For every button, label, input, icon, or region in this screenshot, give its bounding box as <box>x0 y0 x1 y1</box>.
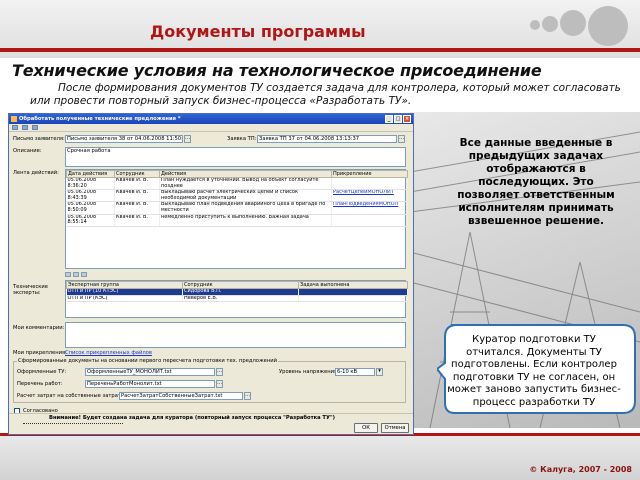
experts-toolbar <box>65 272 87 279</box>
letter-select-button[interactable]: … <box>184 135 191 143</box>
ok-button[interactable]: ОК <box>354 423 378 433</box>
minimize-icon[interactable]: _ <box>385 115 393 123</box>
request-label: Заявка ТП: <box>227 136 257 142</box>
costs-label: Расчет затрат на собственные затраты: <box>17 393 127 399</box>
attachments-label: Мои прикрепления: <box>13 350 67 356</box>
window-toolbar <box>9 124 413 132</box>
comments-field[interactable] <box>65 322 406 348</box>
callout-text: Куратор подготовки ТУ отчитался. Докумен… <box>447 334 621 408</box>
cell-action: Выкладываю расчет электрических цепей и … <box>159 189 332 203</box>
col-header-group[interactable]: Экспертная группа <box>66 281 183 289</box>
request-field[interactable]: Заявка ТП 37 от 04.06.2008 13:13:37 <box>257 135 397 143</box>
col-header-attachment[interactable]: Прикрепление <box>331 170 408 178</box>
documents-group-title: Сформированные документы на основании пе… <box>17 358 278 364</box>
table-row[interactable]: 05.06.2008 8:50:09 Квачев И. В. Выкладыв… <box>66 201 408 215</box>
attachments-link[interactable]: Список прикрепленных файлов <box>65 350 152 356</box>
tu-label: Оформленные ТУ: <box>17 369 67 375</box>
table-row[interactable]: 05.06.2008 8:36:20 Квачев И. В. План нуж… <box>66 177 408 191</box>
cell-date: 05.06.2008 8:36:20 <box>66 177 115 191</box>
delete-icon[interactable] <box>81 272 87 277</box>
cell-action: План нуждается в уточнении. Вывод на объ… <box>159 177 332 191</box>
info-text: Все данные введенные в предыдущих задача… <box>457 137 615 227</box>
print-icon[interactable] <box>22 125 28 130</box>
cell-date: 05.06.2008 8:43:39 <box>66 189 115 203</box>
cell-employee: Квачев И. В. <box>114 201 160 215</box>
cell-attachment <box>331 214 408 227</box>
cell-group: ОТП и ПР (КЭС) <box>66 295 183 303</box>
comments-label: Мои комментарии: <box>13 325 65 331</box>
window-app-icon <box>11 116 17 122</box>
cell-attachment <box>331 177 408 191</box>
works-label: Перечень работ: <box>17 381 63 387</box>
cell-date: 05.06.2008 8:55:14 <box>66 214 115 227</box>
description-label: Описание: <box>13 148 42 154</box>
add-icon[interactable] <box>65 272 71 277</box>
help-icon[interactable] <box>32 125 38 130</box>
cell-employee: Сидорова В.П. <box>182 288 299 296</box>
experts-label: Технические эксперты: <box>13 284 48 296</box>
copyright-text: © Калуга, 2007 - 2008 <box>529 465 632 474</box>
tu-field[interactable]: ОформленныеТУ_МОНОЛИТ.txt <box>85 368 215 376</box>
status-bar: Внимание! Будет создана задача для курат… <box>9 413 413 422</box>
tu-select-button[interactable]: … <box>216 368 223 376</box>
description-field[interactable]: Срочная работа <box>65 147 406 167</box>
cancel-button[interactable]: Отмена <box>381 423 409 433</box>
request-select-button[interactable]: … <box>398 135 405 143</box>
costs-select-button[interactable]: … <box>244 392 251 400</box>
cell-employee: Квачев И. В. <box>114 189 160 203</box>
save-icon[interactable] <box>12 125 18 130</box>
costs-field[interactable]: РасчетЗатратСобственныеЗатрат.txt <box>119 392 243 400</box>
cell-group: ОТП и ПР (10 КТЭС) <box>66 288 183 296</box>
window-titlebar[interactable]: Обработать полученные технические предло… <box>9 114 413 124</box>
cell-date: 05.06.2008 8:50:09 <box>66 201 115 215</box>
col-header-action[interactable]: Действия <box>159 170 332 178</box>
letter-label: Письмо заявителя: <box>13 136 65 142</box>
maximize-icon[interactable]: □ <box>394 115 402 123</box>
cell-employee: Квачев И. В. <box>114 214 160 227</box>
table-row[interactable]: ОТП и ПР (10 КТЭС) Сидорова В.П. <box>66 288 408 296</box>
works-select-button[interactable]: … <box>216 380 223 388</box>
cell-employee: Квачев И. В. <box>114 177 160 191</box>
page-title: Документы программы <box>150 22 366 41</box>
attachment-link[interactable]: ПланПодведенияМОНОЛ <box>331 201 408 215</box>
close-icon[interactable]: × <box>403 115 411 123</box>
cell-employee: Неверов Е.В. <box>182 295 299 303</box>
intro-text: После формирования документов ТУ создает… <box>30 82 621 107</box>
task-window: Обработать полученные технические предло… <box>8 113 414 435</box>
attachment-link[interactable]: РасчетЦепейМОНОЛИТ <box>331 189 408 203</box>
col-header-date[interactable]: Дата действия <box>66 170 115 178</box>
works-field[interactable]: ПереченьРаботМонолит.txt <box>85 380 215 388</box>
voltage-dropdown[interactable]: ▾ <box>376 368 383 376</box>
edit-icon[interactable] <box>73 272 79 277</box>
voltage-label: Уровень напряжения: <box>279 369 339 375</box>
col-header-employee[interactable]: Сотрудник <box>182 281 299 289</box>
window-title: Обработать полученные технические предло… <box>19 116 181 122</box>
voltage-field[interactable]: 6-10 кВ <box>335 368 375 376</box>
experts-table[interactable]: Экспертная группа Сотрудник Задача выпол… <box>65 280 408 318</box>
cell-action: немедленно приступить к выполнению. Важн… <box>159 214 332 227</box>
table-row[interactable]: ОТП и ПР (КЭС) Неверов Е.В. <box>66 295 408 303</box>
table-row[interactable]: 05.06.2008 8:55:14 Квачев И. В. немедлен… <box>66 214 408 227</box>
col-header-employee[interactable]: Сотрудник <box>114 170 160 178</box>
col-header-done[interactable]: Задача выполнена <box>298 281 408 289</box>
actions-label: Лента действий: <box>13 170 59 176</box>
letter-field[interactable]: Письмо заявителя 38 от 04.06.2008 11:50:… <box>65 135 183 143</box>
header-divider <box>0 48 640 52</box>
actions-table[interactable]: Дата действия Сотрудник Действия Прикреп… <box>65 169 408 269</box>
section-title: Технические условия на технологическое п… <box>12 61 542 80</box>
cell-done <box>298 295 408 303</box>
cell-done <box>298 288 408 296</box>
table-row[interactable]: 05.06.2008 8:43:39 Квачев И. В. Выкладыв… <box>66 189 408 203</box>
cell-action: Выкладываю план подведения аварийного це… <box>159 201 332 215</box>
